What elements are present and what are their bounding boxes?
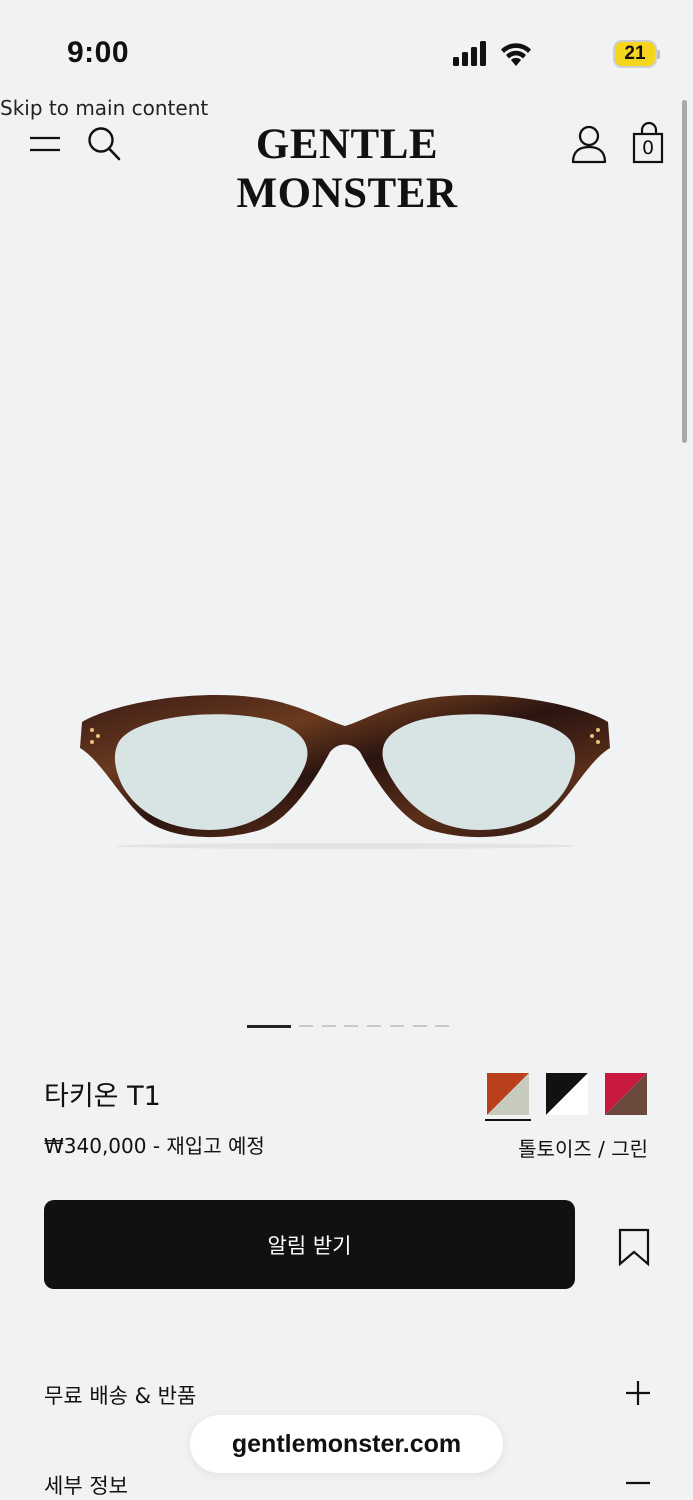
product-image[interactable] (70, 680, 620, 855)
account-button[interactable] (570, 124, 608, 164)
brand-logo[interactable]: GENTLE MONSTER (160, 120, 534, 218)
battery-nub (657, 50, 660, 59)
scrollbar[interactable] (682, 100, 687, 443)
carousel-dot[interactable] (299, 1025, 313, 1027)
status-time: 9:00 (67, 36, 130, 69)
swatch-black-clear[interactable] (546, 1073, 588, 1115)
bookmark-icon[interactable] (617, 1228, 651, 1266)
product-page: 9:00 21 Skip to main content GENTLE MONS… (0, 0, 693, 1500)
carousel-dot[interactable] (435, 1025, 450, 1027)
account-icon (571, 125, 607, 164)
skip-to-content-link[interactable]: Skip to main content (0, 96, 208, 120)
accordion-shipping-returns[interactable]: 무료 배송 & 반품 (44, 1380, 196, 1410)
notify-me-button[interactable]: 알림 받기 (44, 1200, 575, 1289)
plus-icon[interactable] (624, 1379, 652, 1407)
battery-icon: 21 (615, 42, 655, 66)
cellular-signal-icon (453, 41, 486, 66)
carousel-dot[interactable] (412, 1025, 427, 1027)
selected-swatch-indicator (485, 1119, 531, 1121)
cart-count: 0 (641, 137, 655, 159)
carousel-dot[interactable] (367, 1025, 382, 1027)
swatch-red-brown[interactable] (605, 1073, 647, 1115)
accordion-details[interactable]: 세부 정보 (44, 1470, 128, 1500)
menu-icon (30, 136, 60, 152)
carousel-dot[interactable] (389, 1025, 404, 1027)
carousel-dot[interactable] (344, 1025, 359, 1027)
product-name: 타키온 T1 (44, 1081, 161, 1112)
menu-button[interactable] (28, 130, 62, 158)
browser-url-bar[interactable]: gentlemonster.com (190, 1415, 503, 1473)
wifi-icon (501, 43, 531, 66)
carousel-dot-active[interactable] (247, 1024, 291, 1028)
status-icons (453, 41, 531, 66)
selected-color-name: 톨토이즈 / 그린 (518, 1137, 648, 1161)
minus-icon[interactable] (624, 1469, 652, 1497)
search-button[interactable] (86, 125, 122, 163)
search-icon (88, 127, 121, 161)
product-price: ₩340,000 - 재입고 예정 (44, 1134, 265, 1158)
swatch-tortoise-green[interactable] (487, 1073, 529, 1115)
carousel-dot[interactable] (321, 1025, 336, 1027)
